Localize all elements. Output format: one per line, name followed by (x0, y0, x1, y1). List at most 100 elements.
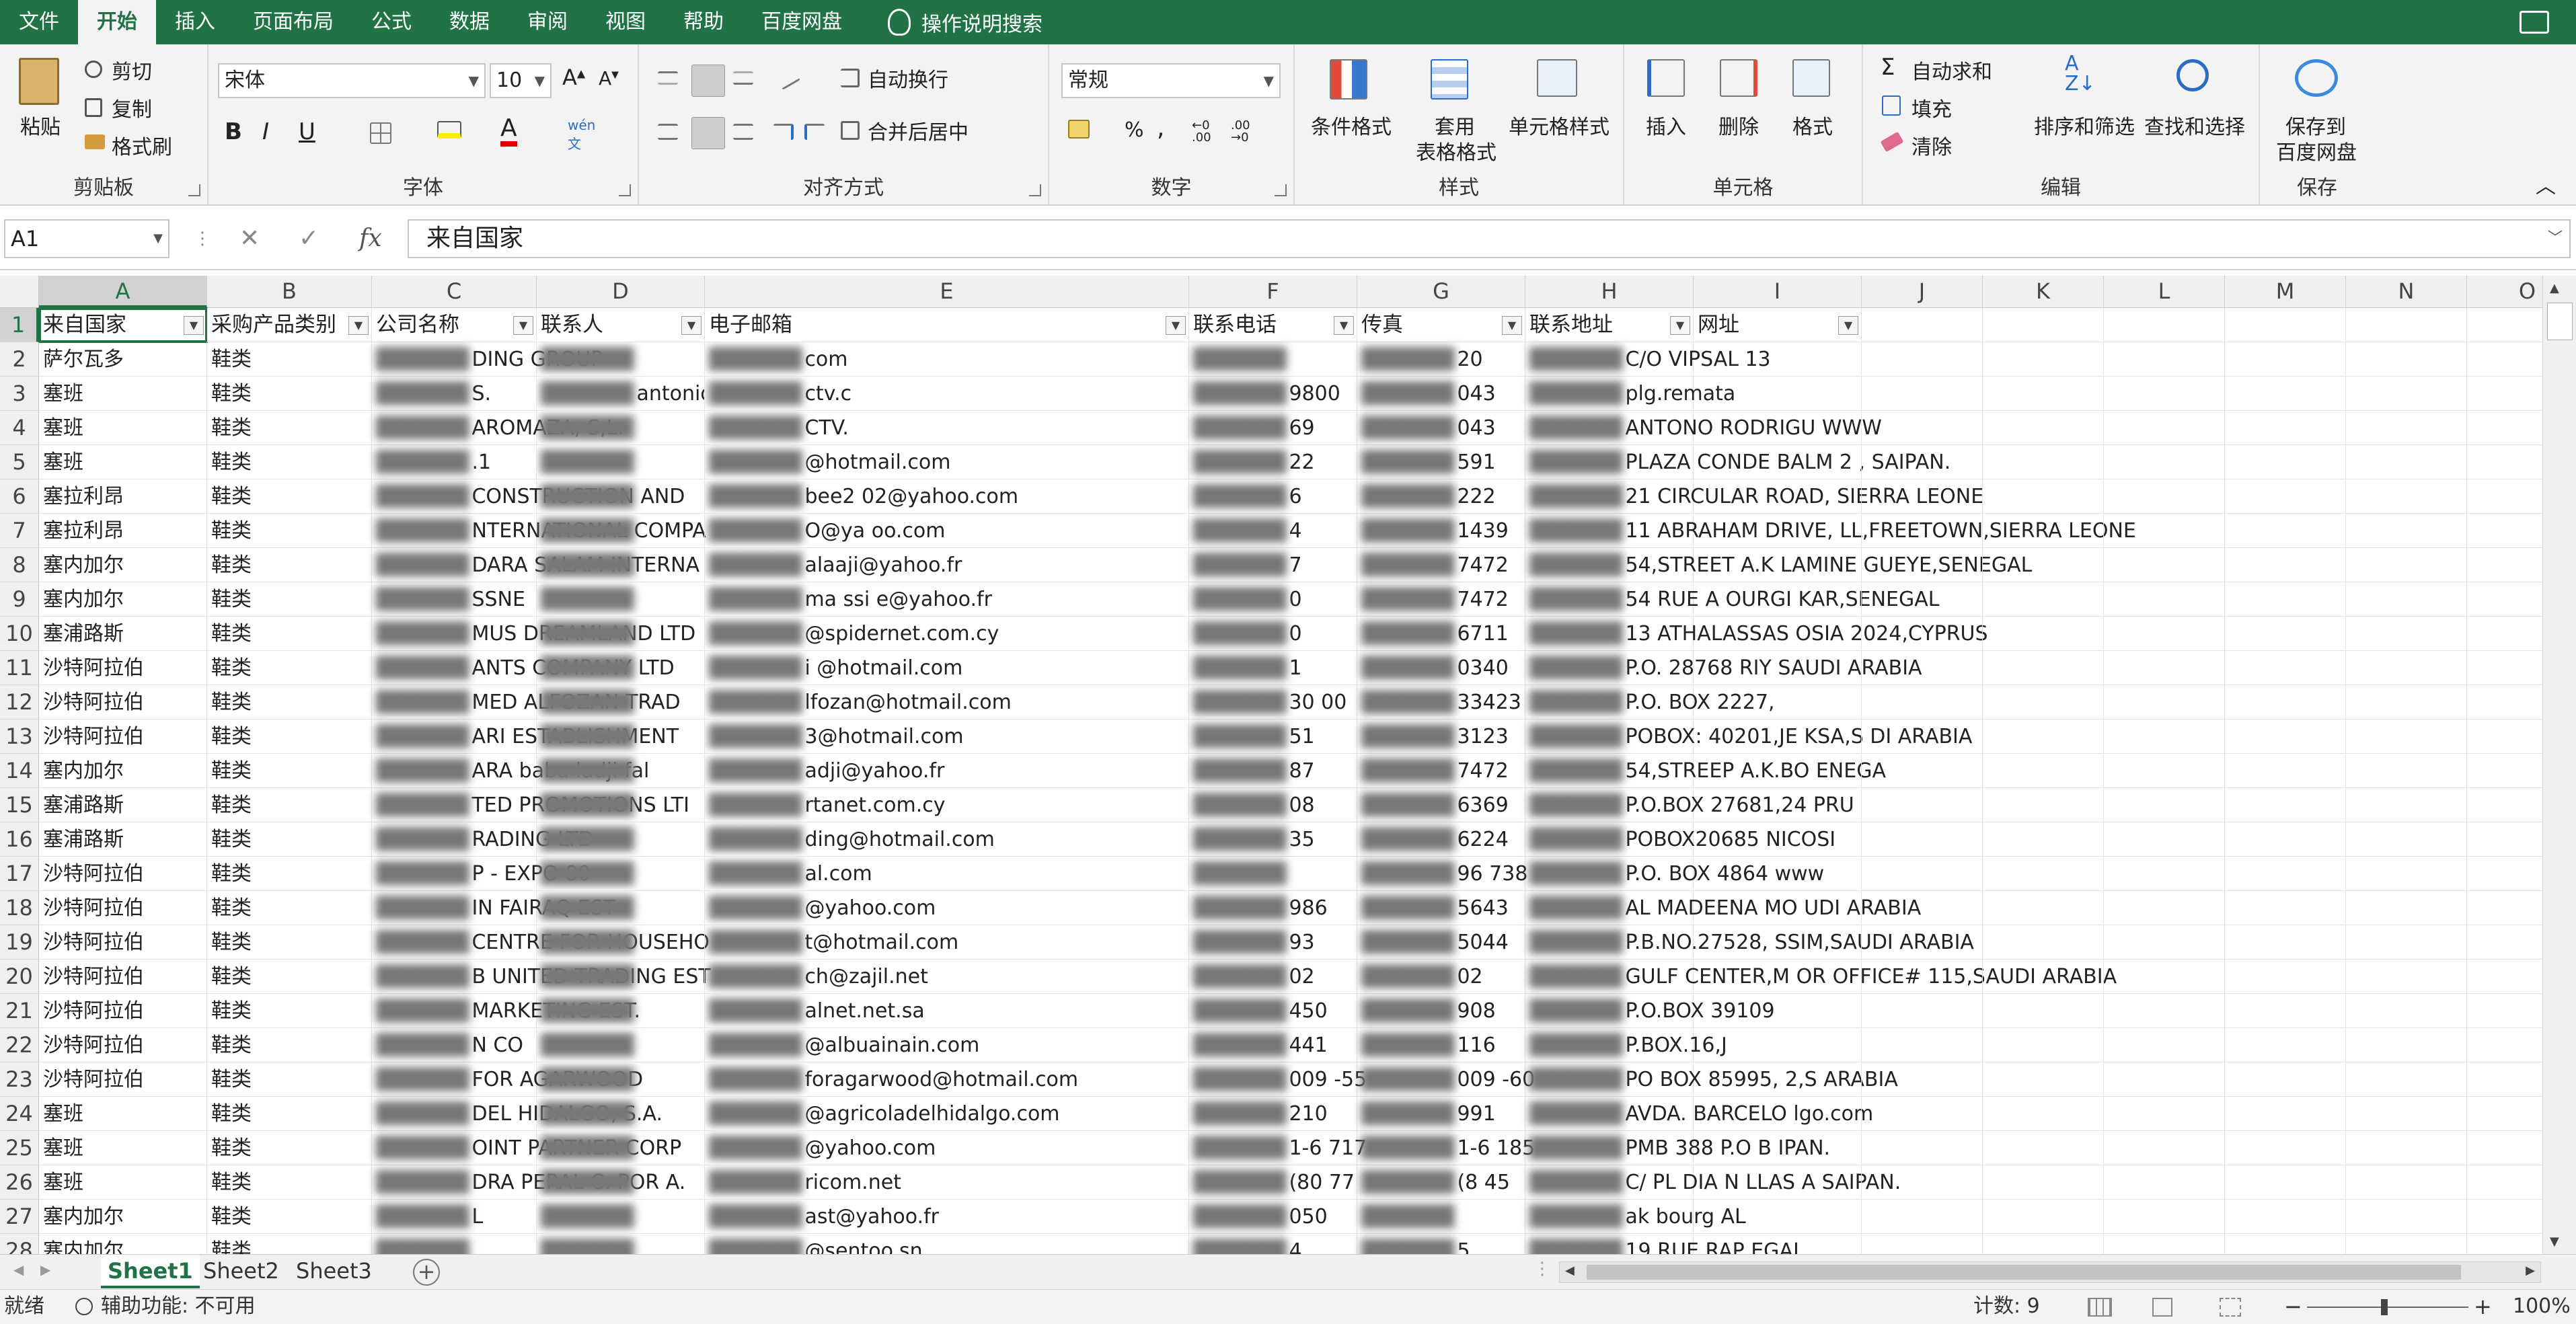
table-cell[interactable]: ██████ (537, 788, 705, 822)
table-cell[interactable]: ██████ P.O. BOX 4864 www (1525, 857, 1824, 891)
table-cell[interactable] (1862, 342, 1983, 377)
table-cell[interactable] (2225, 617, 2346, 651)
increase-indent-icon[interactable] (804, 124, 825, 140)
table-cell[interactable]: ██████ (80 77 (1189, 1165, 1357, 1200)
table-cell[interactable] (1983, 1234, 2104, 1254)
table-cell[interactable] (2346, 514, 2467, 548)
row-header[interactable]: 4 (0, 411, 39, 445)
table-cell[interactable]: ██████ 51 (1189, 719, 1357, 754)
table-cell[interactable]: ██████ 1-6 717 (1189, 1131, 1367, 1165)
table-cell[interactable]: ██████ ast@yahoo.fr (705, 1200, 1189, 1234)
table-cell[interactable]: ██████ ch@zajil.net (705, 960, 1189, 994)
table-cell[interactable]: 鞋类 (207, 479, 372, 514)
table-cell[interactable]: ██████ 54,STREEP A.K.BO ENEGA (1525, 754, 1886, 788)
align-center-icon[interactable] (691, 117, 725, 149)
table-cell[interactable] (2104, 788, 2225, 822)
menu-1[interactable]: 开始 (78, 0, 156, 44)
column-header[interactable]: D (537, 276, 705, 308)
delete-button[interactable]: 删除 (1718, 110, 1759, 140)
table-cell[interactable] (1983, 891, 2104, 925)
table-cell[interactable] (1694, 445, 1862, 479)
table-cell[interactable]: ██████ ANTONO RODRIGU WWW (1525, 411, 1882, 445)
table-cell[interactable] (1862, 548, 1983, 582)
normal-view-icon[interactable] (2088, 1298, 2112, 1317)
header-cell[interactable]: 公司名称 ▼ (372, 308, 537, 342)
accessibility-status[interactable]: 辅助功能: 不可用 (101, 1290, 256, 1323)
horizontal-scrollbar[interactable]: ◀ ▶ (1559, 1261, 2541, 1283)
scroll-down-icon[interactable]: ▼ (2550, 1235, 2559, 1249)
table-cell[interactable]: ██████ (372, 1234, 537, 1254)
table-cell[interactable] (2346, 754, 2467, 788)
table-cell[interactable]: ██████ TED PROMOTIONS LTI (372, 788, 689, 822)
hscroll-thumb[interactable] (1587, 1265, 2461, 1280)
enter-icon[interactable]: ✓ (299, 219, 319, 258)
menu-2[interactable]: 插入 (156, 0, 234, 44)
table-cell[interactable]: ██████ DEL HIDALGO, S.A. (372, 1097, 662, 1131)
table-cell[interactable] (2104, 1062, 2225, 1097)
menu-6[interactable]: 审阅 (508, 0, 586, 44)
header-cell[interactable]: 传真 ▼ (1357, 308, 1525, 342)
table-cell[interactable] (1862, 891, 1983, 925)
table-cell[interactable]: ██████ P.O.BOX 39109 (1525, 994, 1775, 1028)
table-cell[interactable] (2467, 994, 2542, 1028)
table-cell[interactable]: ██████ 009 -60 (1357, 1062, 1535, 1097)
page-layout-view-icon[interactable] (2152, 1298, 2172, 1317)
table-cell[interactable]: ██████ (537, 754, 705, 788)
table-cell[interactable]: 鞋类 (207, 514, 372, 548)
column-header[interactable]: H (1525, 276, 1694, 308)
table-cell[interactable]: 鞋类 (207, 1200, 372, 1234)
column-header[interactable]: A (39, 276, 207, 308)
table-cell[interactable] (1694, 548, 1862, 582)
table-cell[interactable] (1862, 1131, 1983, 1165)
table-cell[interactable]: 鞋类 (207, 377, 372, 411)
table-cell[interactable]: 鞋类 (207, 1234, 372, 1254)
table-cell[interactable]: ██████ 33423 (1357, 685, 1525, 719)
autosum-button[interactable]: 自动求和 (1911, 55, 1992, 85)
table-cell[interactable] (2346, 1131, 2467, 1165)
table-cell[interactable]: ██████ 4 (1189, 514, 1357, 548)
table-cell[interactable]: ██████ DARA SALAM INTERNA (372, 548, 699, 582)
table-cell[interactable]: ██████ 02 (1357, 960, 1525, 994)
table-cell[interactable] (2467, 788, 2542, 822)
table-cell[interactable]: 塞内加尔 (39, 1234, 207, 1254)
table-cell[interactable] (2225, 1131, 2346, 1165)
table-cell[interactable]: ██████ (537, 1131, 705, 1165)
table-cell[interactable]: ██████ 6711 (1357, 617, 1525, 651)
table-cell[interactable]: 沙特阿拉伯 (39, 994, 207, 1028)
table-cell[interactable]: ██████ @hotmail.com (705, 445, 1189, 479)
table-cell[interactable]: ██████ ricom.net (705, 1165, 1189, 1200)
align-top-icon[interactable] (658, 71, 678, 85)
table-cell[interactable]: 塞浦路斯 (39, 788, 207, 822)
table-cell[interactable]: ██████ (1189, 857, 1357, 891)
tab-scroll-right-icon[interactable]: ▶ (40, 1261, 50, 1278)
table-cell[interactable] (2467, 925, 2542, 960)
filter-dropdown-icon[interactable]: ▼ (513, 316, 533, 335)
table-cell[interactable]: ██████ P.O. BOX 2227, (1525, 685, 1775, 719)
orientation-icon[interactable] (775, 66, 800, 90)
table-cell[interactable]: ██████ adji@yahoo.fr (705, 754, 1189, 788)
table-cell[interactable]: 沙特阿拉伯 (39, 891, 207, 925)
table-cell[interactable] (2346, 719, 2467, 754)
table-cell[interactable] (1983, 377, 2104, 411)
table-cell[interactable]: ██████ 11 ABRAHAM DRIVE, LL,FREETOWN,SIER… (1525, 514, 2136, 548)
table-cell[interactable] (2225, 719, 2346, 754)
table-cell[interactable] (1694, 788, 1862, 822)
table-cell[interactable]: ██████ 986 (1189, 891, 1357, 925)
row-header[interactable]: 9 (0, 582, 39, 617)
menu-5[interactable]: 数据 (430, 0, 508, 44)
table-cell[interactable] (2346, 891, 2467, 925)
table-cell[interactable]: ██████ RADING LTD (372, 822, 594, 857)
table-cell[interactable]: ██████ 908 (1357, 994, 1525, 1028)
filter-dropdown-icon[interactable]: ▼ (348, 316, 369, 335)
table-cell[interactable]: 萨尔瓦多 (39, 342, 207, 377)
table-cell[interactable] (2225, 1028, 2346, 1062)
table-cell[interactable]: ██████ FOR AGARWOOD (372, 1062, 643, 1097)
table-cell[interactable]: ██████ 0 (1189, 617, 1357, 651)
table-cell[interactable] (2467, 754, 2542, 788)
table-cell[interactable] (2104, 1097, 2225, 1131)
header-cell[interactable] (2225, 308, 2346, 342)
table-cell[interactable]: ██████ 9800 (1189, 377, 1357, 411)
table-cell[interactable]: ██████ 222 (1357, 479, 1525, 514)
table-cell[interactable]: ██████ (537, 994, 705, 1028)
table-cell[interactable]: ██████ (537, 1028, 705, 1062)
